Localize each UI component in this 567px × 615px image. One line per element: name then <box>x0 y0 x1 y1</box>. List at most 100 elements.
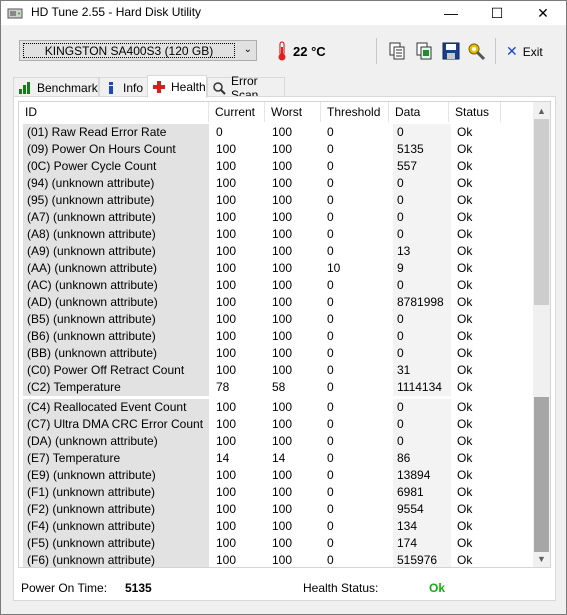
cell-threshold: 0 <box>327 346 334 360</box>
column-header-status[interactable]: Status <box>449 102 501 122</box>
cell-threshold: 0 <box>327 193 334 207</box>
table-row[interactable]: (0C) Power Cycle Count 100 100 0 557 Ok <box>19 158 534 175</box>
cell-threshold: 0 <box>327 400 334 414</box>
table-row[interactable]: (F6) (unknown attribute) 100 100 0 515976 Ok <box>19 552 534 567</box>
cell-threshold: 0 <box>327 176 334 190</box>
cell-current: 100 <box>216 210 237 224</box>
minimize-button[interactable]: — <box>428 1 474 25</box>
cell-status: Ok <box>457 451 473 465</box>
table-row[interactable]: (C0) Power Off Retract Count 100 100 0 31 Ok <box>19 362 534 379</box>
drive-select[interactable]: KINGSTON SA400S3 (120 GB) ⌄ <box>19 40 257 61</box>
save-icon[interactable] <box>441 41 461 61</box>
table-row[interactable]: (F5) (unknown attribute) 100 100 0 174 Ok <box>19 535 534 552</box>
cell-id: (AD) (unknown attribute) <box>23 294 209 311</box>
cell-data: 515976 <box>393 552 451 567</box>
cell-data: 0 <box>393 124 451 141</box>
table-row[interactable]: (C2) Temperature 78 58 0 1114134 Ok <box>19 379 534 396</box>
cell-id: (09) Power On Hours Count <box>23 141 209 158</box>
exit-label: Exit <box>522 44 543 59</box>
cell-current: 100 <box>216 536 237 550</box>
cell-threshold: 0 <box>327 227 334 241</box>
table-row[interactable]: (F4) (unknown attribute) 100 100 0 134 Ok <box>19 518 534 535</box>
cell-status: Ok <box>457 244 473 258</box>
column-header-id[interactable]: ID <box>19 102 209 122</box>
copy-info-icon[interactable] <box>387 41 407 61</box>
table-row[interactable]: (B5) (unknown attribute) 100 100 0 0 Ok <box>19 311 534 328</box>
cell-status: Ok <box>457 295 473 309</box>
column-header-current[interactable]: Current <box>209 102 265 122</box>
column-header-worst[interactable]: Worst <box>265 102 321 122</box>
cell-current: 100 <box>216 468 237 482</box>
options-icon[interactable] <box>467 41 487 61</box>
table-row[interactable]: (F2) (unknown attribute) 100 100 0 9554 Ok <box>19 501 534 518</box>
table-row[interactable]: (AA) (unknown attribute) 100 100 10 9 Ok <box>19 260 534 277</box>
cell-current: 100 <box>216 227 237 241</box>
cell-worst: 100 <box>272 400 293 414</box>
tab-benchmark[interactable]: Benchmark <box>13 77 99 97</box>
smart-table[interactable]: ID Current Worst Threshold Data Status (… <box>18 101 551 568</box>
cell-worst: 100 <box>272 244 293 258</box>
cell-current: 100 <box>216 346 237 360</box>
cell-current: 100 <box>216 434 237 448</box>
tab-info[interactable]: Info <box>99 77 148 97</box>
scrollbar-thumb[interactable] <box>534 397 549 552</box>
cell-data: 0 <box>393 433 451 450</box>
table-row[interactable]: (A7) (unknown attribute) 100 100 0 0 Ok <box>19 209 534 226</box>
vertical-scrollbar[interactable]: ▲ ▼ <box>533 102 550 567</box>
table-row[interactable]: (BB) (unknown attribute) 100 100 0 0 Ok <box>19 345 534 362</box>
table-row[interactable]: (F1) (unknown attribute) 100 100 0 6981 Ok <box>19 484 534 501</box>
thermometer-icon <box>278 41 286 61</box>
cell-worst: 100 <box>272 519 293 533</box>
cell-worst: 100 <box>272 553 293 567</box>
cell-threshold: 0 <box>327 380 334 394</box>
table-row[interactable]: (AD) (unknown attribute) 100 100 0 8781998 Ok <box>19 294 534 311</box>
cell-data: 13 <box>393 243 451 260</box>
copy-screen-icon[interactable] <box>414 41 434 61</box>
table-row[interactable]: (A8) (unknown attribute) 100 100 0 0 Ok <box>19 226 534 243</box>
cell-current: 14 <box>216 451 230 465</box>
title-bar: HD Tune 2.55 - Hard Disk Utility — ☐ ✕ <box>1 1 566 25</box>
cell-id: (95) (unknown attribute) <box>23 192 209 209</box>
cell-id: (C4) Reallocated Event Count <box>23 399 209 416</box>
table-row[interactable]: (E9) (unknown attribute) 100 100 0 13894 Ok <box>19 467 534 484</box>
cell-threshold: 0 <box>327 142 334 156</box>
app-window: HD Tune 2.55 - Hard Disk Utility — ☐ ✕ K… <box>0 0 567 615</box>
table-row[interactable]: (A9) (unknown attribute) 100 100 0 13 Ok <box>19 243 534 260</box>
cell-worst: 100 <box>272 536 293 550</box>
cell-current: 100 <box>216 329 237 343</box>
cell-status: Ok <box>457 125 473 139</box>
cell-threshold: 0 <box>327 329 334 343</box>
scroll-down-icon[interactable]: ▼ <box>533 550 550 567</box>
column-header-data[interactable]: Data <box>389 102 449 122</box>
table-row[interactable]: (01) Raw Read Error Rate 0 100 0 0 Ok <box>19 124 534 141</box>
cell-status: Ok <box>457 553 473 567</box>
cell-id: (AC) (unknown attribute) <box>23 277 209 294</box>
table-row[interactable]: (C7) Ultra DMA CRC Error Count 100 100 0 0 Ok <box>19 416 534 433</box>
cell-status: Ok <box>457 227 473 241</box>
table-row[interactable]: (DA) (unknown attribute) 100 100 0 0 Ok <box>19 433 534 450</box>
cell-threshold: 0 <box>327 363 334 377</box>
cell-data: 0 <box>393 345 451 362</box>
exit-button[interactable]: ✕ Exit <box>506 43 543 60</box>
cell-current: 100 <box>216 244 237 258</box>
scroll-up-icon[interactable]: ▲ <box>533 102 550 119</box>
table-row[interactable]: (94) (unknown attribute) 100 100 0 0 Ok <box>19 175 534 192</box>
table-row[interactable]: (B6) (unknown attribute) 100 100 0 0 Ok <box>19 328 534 345</box>
table-row[interactable]: (09) Power On Hours Count 100 100 0 5135 Ok <box>19 141 534 158</box>
column-header-threshold[interactable]: Threshold <box>321 102 389 122</box>
cell-threshold: 0 <box>327 468 334 482</box>
cell-threshold: 0 <box>327 417 334 431</box>
table-row[interactable]: (E7) Temperature 14 14 0 86 Ok <box>19 450 534 467</box>
maximize-button[interactable]: ☐ <box>474 1 520 25</box>
table-row[interactable]: (AC) (unknown attribute) 100 100 0 0 Ok <box>19 277 534 294</box>
tab-error-scan[interactable]: Error Scan <box>207 74 285 102</box>
cell-status: Ok <box>457 142 473 156</box>
cell-status: Ok <box>457 346 473 360</box>
cell-current: 100 <box>216 159 237 173</box>
table-row[interactable]: (95) (unknown attribute) 100 100 0 0 Ok <box>19 192 534 209</box>
cell-data: 8781998 <box>393 294 451 311</box>
tab-health[interactable]: Health <box>147 75 207 98</box>
table-row[interactable]: (C4) Reallocated Event Count 100 100 0 0 Ok <box>19 399 534 416</box>
close-button[interactable]: ✕ <box>520 1 566 25</box>
cell-data: 0 <box>393 192 451 209</box>
